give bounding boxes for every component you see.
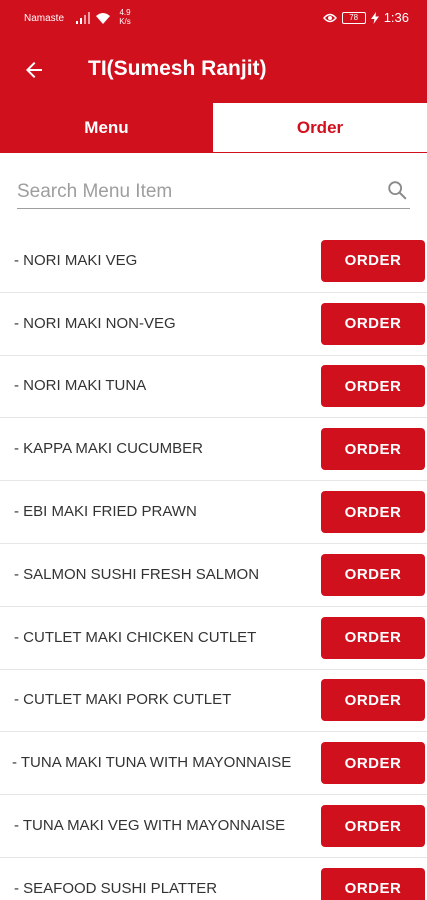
item-name: - CUTLET MAKI CHICKEN CUTLET (14, 628, 257, 646)
list-item: - EBI MAKI FRIED PRAWN ORDER (0, 481, 427, 544)
item-name: - EBI MAKI FRIED PRAWN (14, 503, 197, 521)
item-name: - SEAFOOD SUSHI PLATTER (14, 879, 218, 897)
list-item: - SALMON SUSHI FRESH SALMON ORDER (0, 544, 427, 607)
list-item: - TUNA MAKI VEG WITH MAYONNAISE ORDER (0, 795, 427, 858)
tab-order[interactable]: Order (213, 103, 427, 152)
item-name: - SALMON SUSHI FRESH SALMON (14, 565, 260, 583)
item-name: - CUTLET MAKI PORK CUTLET (14, 691, 232, 709)
item-name: - NORI MAKI NON-VEG (14, 314, 176, 332)
order-button[interactable]: ORDER (321, 553, 425, 596)
order-button[interactable]: ORDER (321, 867, 425, 900)
item-name: - KAPPA MAKI CUCUMBER (14, 440, 203, 458)
order-button[interactable]: ORDER (321, 742, 425, 785)
battery-icon: 78 (341, 11, 366, 24)
list-item: - NORI MAKI TUNA ORDER (0, 356, 427, 419)
carrier-label: Namaste (24, 13, 65, 24)
wifi-icon (96, 13, 110, 24)
list-item: - NORI MAKI VEG ORDER (0, 230, 427, 293)
order-button[interactable]: ORDER (321, 428, 425, 471)
item-name: - NORI MAKI TUNA (14, 377, 147, 395)
order-button[interactable]: ORDER (321, 805, 425, 848)
net-speed-value: 4.9 (119, 8, 131, 17)
page-title: TI(Sumesh Ranjit) (88, 57, 267, 80)
list-item: - NORI MAKI NON-VEG ORDER (0, 293, 427, 356)
list-item: - KAPPA MAKI CUCUMBER ORDER (0, 418, 427, 482)
order-button[interactable]: ORDER (321, 302, 425, 345)
status-bar: Namaste 4.9 K/s 78 1:36 (0, 0, 427, 36)
arrow-left-icon[interactable] (22, 58, 46, 82)
tab-bar: Menu Order (0, 103, 427, 153)
order-button[interactable]: ORDER (321, 679, 425, 722)
search-input[interactable] (17, 178, 377, 206)
list-item: - CUTLET MAKI CHICKEN CUTLET ORDER (0, 607, 427, 670)
list-item: - CUTLET MAKI PORK CUTLET ORDER (0, 670, 427, 733)
list-item: - SEAFOOD SUSHI PLATTER ORDER (0, 858, 427, 900)
signal-icon (76, 12, 90, 24)
status-right: 78 1:36 (322, 10, 409, 25)
list-item: - TUNA MAKI TUNA WITH MAYONNAISE ORDER (0, 732, 427, 796)
eye-icon (322, 13, 337, 22)
menu-item-list: - NORI MAKI VEG ORDER - NORI MAKI NON-VE… (0, 230, 427, 900)
order-button[interactable]: ORDER (321, 616, 425, 659)
search-icon[interactable] (386, 179, 408, 201)
item-name: - TUNA MAKI VEG WITH MAYONNAISE (14, 817, 286, 835)
tab-menu[interactable]: Menu (0, 103, 213, 152)
net-speed-unit: K/s (119, 17, 131, 26)
status-time: 1:36 (383, 10, 409, 25)
order-button[interactable]: ORDER (321, 239, 425, 282)
order-button[interactable]: ORDER (321, 491, 425, 534)
search-bar (17, 172, 410, 209)
app-header: Namaste 4.9 K/s 78 1:36 TI(Sumesh Ranjit… (0, 0, 427, 103)
item-name: - TUNA MAKI TUNA WITH MAYONNAISE (12, 754, 292, 772)
order-button[interactable]: ORDER (321, 365, 425, 408)
item-name: - NORI MAKI VEG (14, 251, 138, 269)
charging-icon (370, 11, 379, 24)
net-speed: 4.9 K/s (116, 8, 134, 26)
